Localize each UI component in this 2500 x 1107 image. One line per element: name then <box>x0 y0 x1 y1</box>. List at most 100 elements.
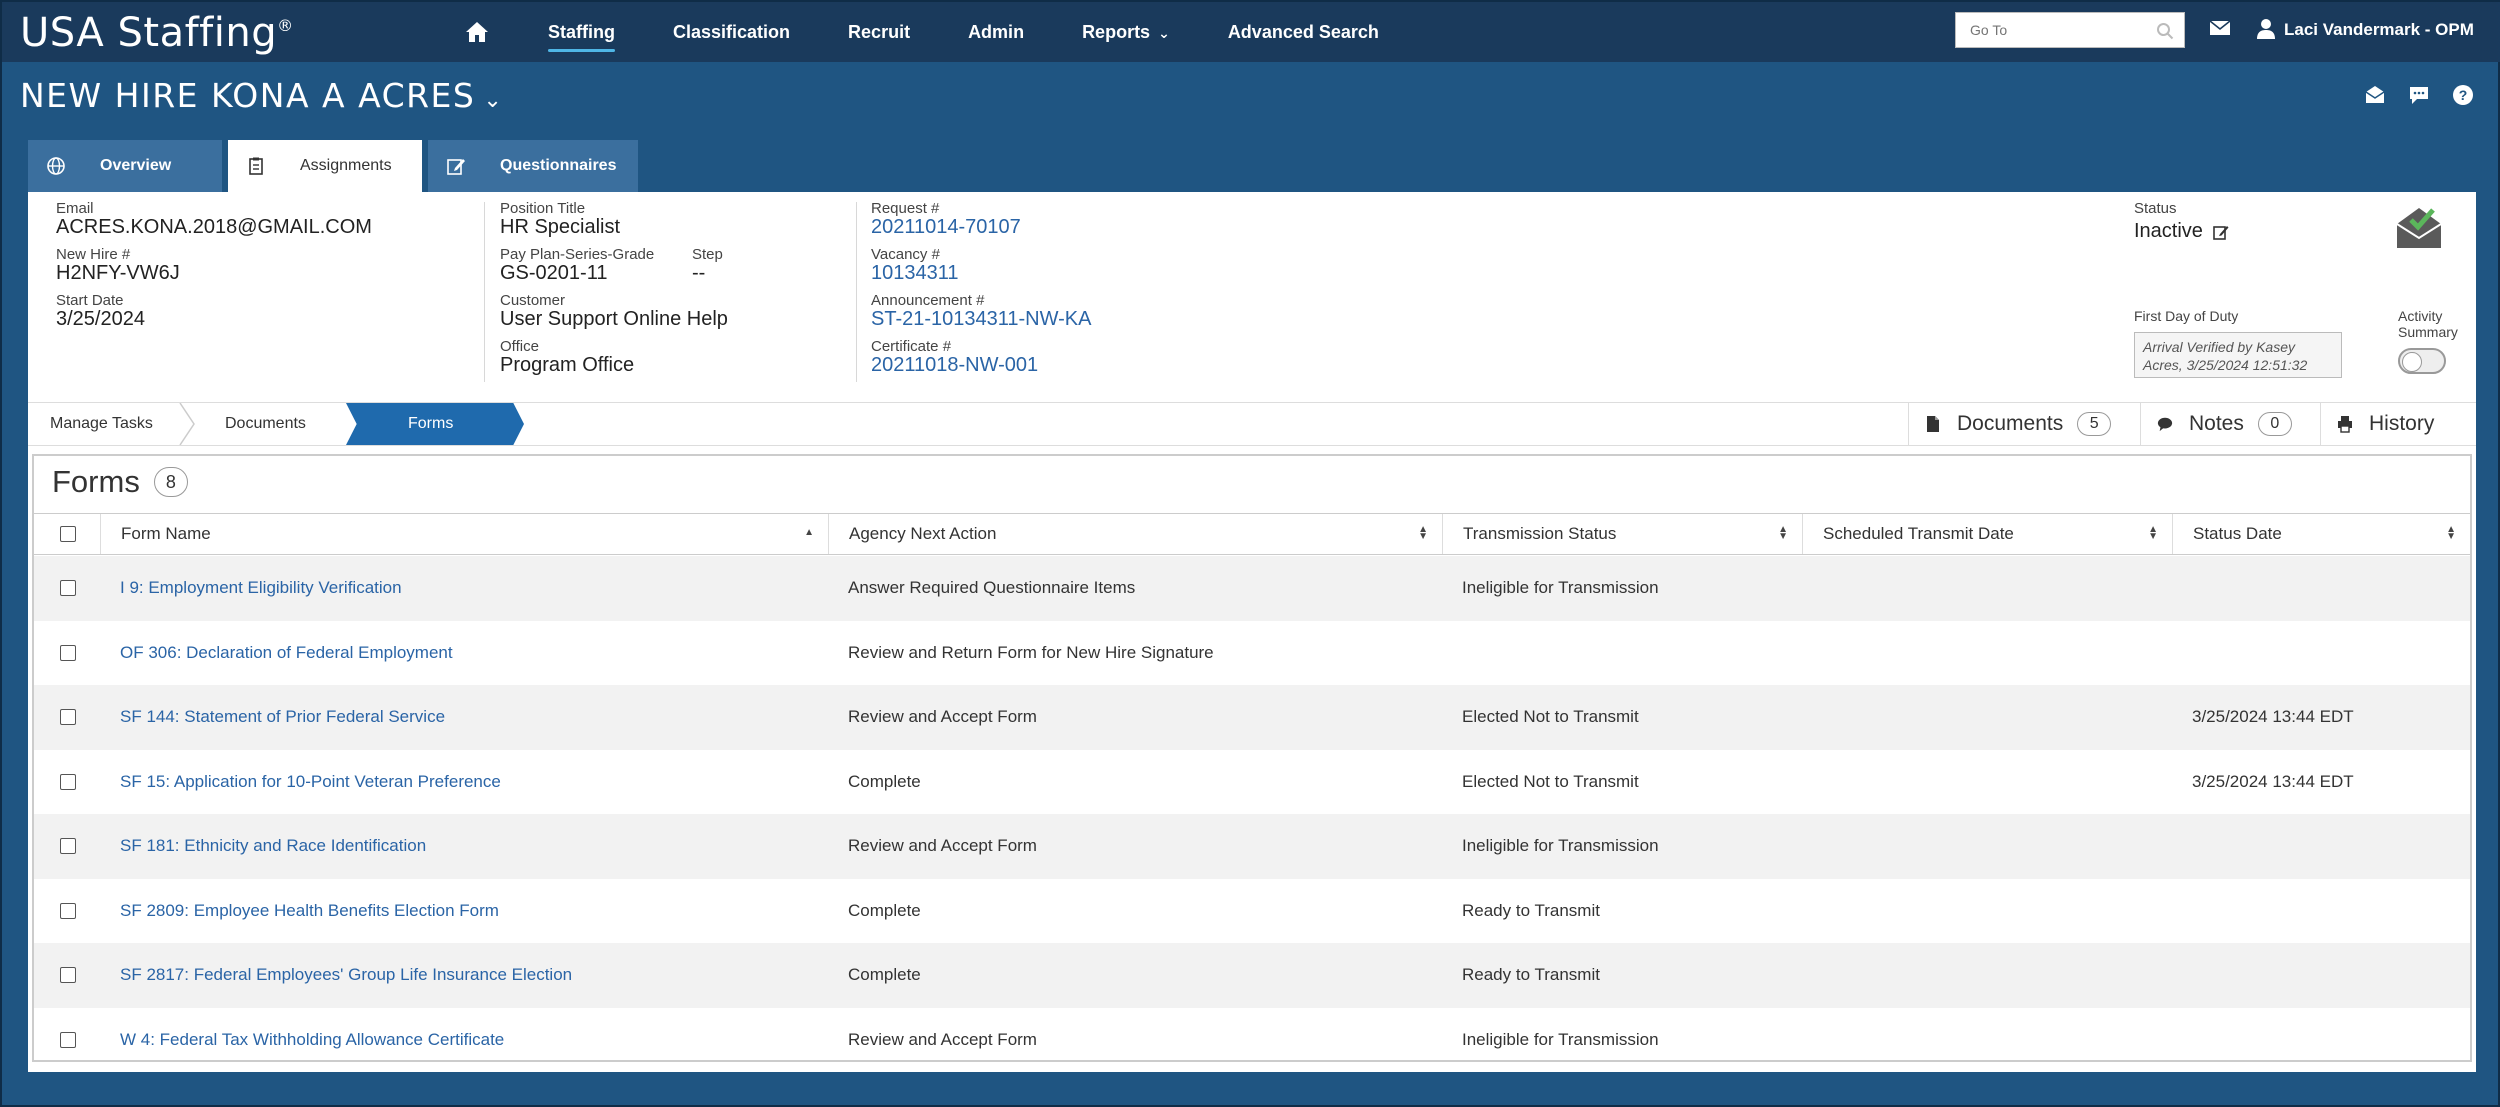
clipboard-icon <box>249 157 263 175</box>
history-tab[interactable]: History <box>2320 403 2476 445</box>
form-name-link[interactable]: SF 2817: Federal Employees' Group Life I… <box>120 943 572 1008</box>
breadcrumb-documents[interactable]: Documents <box>225 403 306 445</box>
home-icon[interactable] <box>464 20 490 44</box>
select-all-checkbox[interactable] <box>60 526 76 542</box>
announcement-link[interactable]: ST-21-10134311-NW-KA <box>871 308 1091 331</box>
breadcrumb-forms[interactable]: Forms <box>346 403 524 445</box>
tab-overview-label: Overview <box>100 157 172 174</box>
row-checkbox[interactable] <box>60 838 76 854</box>
certificate-link[interactable]: 20211018-NW-001 <box>871 354 1038 377</box>
agency-next-action: Complete <box>848 900 921 920</box>
vacancy-label: Vacancy # <box>871 246 940 263</box>
tab-assignments[interactable]: Assignments <box>228 140 422 192</box>
help-icon[interactable]: ? <box>2452 84 2474 106</box>
row-checkbox[interactable] <box>60 580 76 596</box>
pay-plan-value: GS-0201-11 <box>500 262 608 284</box>
column-agency-next-action[interactable]: Agency Next Action ▲ ▼ <box>828 514 1442 554</box>
row-checkbox[interactable] <box>60 773 76 790</box>
start-date-value: 3/25/2024 <box>56 308 145 330</box>
table-row: W 4: Federal Tax Withholding Allowance C… <box>34 1008 2470 1073</box>
row-checkbox[interactable] <box>60 709 76 725</box>
app-window: USA Staffing® Staffing Classification Re… <box>0 0 2500 1107</box>
edit-status-icon[interactable] <box>2213 224 2229 240</box>
status-date: 3/25/2024 13:44 EDT <box>2192 771 2354 791</box>
customer-value: User Support Online Help <box>500 308 728 330</box>
page-title[interactable]: NEW HIRE KONA A ACRES ⌄ <box>20 76 503 115</box>
chevron-down-icon: ⌄ <box>1158 24 1170 41</box>
column-transmission-status-label: Transmission Status <box>1463 524 1617 543</box>
breadcrumb-manage-tasks[interactable]: Manage Tasks <box>50 403 153 445</box>
tab-questionnaires-label: Questionnaires <box>500 157 617 174</box>
nav-advanced-search[interactable]: Advanced Search <box>1228 22 1379 43</box>
customer-label: Customer <box>500 292 566 309</box>
table-row: SF 181: Ethnicity and Race Identificatio… <box>34 814 2470 879</box>
documents-tab[interactable]: Documents 5 <box>1908 403 2140 445</box>
printer-icon <box>2338 416 2352 433</box>
tab-overview[interactable]: Overview <box>28 140 222 192</box>
form-name-link[interactable]: SF 2809: Employee Health Benefits Electi… <box>120 879 499 944</box>
brand-logo[interactable]: USA Staffing® <box>20 10 294 56</box>
globe-icon <box>47 157 65 175</box>
chevron-down-icon: ⌄ <box>483 88 504 113</box>
transmission-status: Ready to Transmit <box>1462 965 1600 985</box>
notes-count-badge: 0 <box>2257 412 2292 436</box>
row-checkbox[interactable] <box>60 644 76 661</box>
forms-count-badge: 8 <box>153 467 188 497</box>
nav-reports[interactable]: Reports ⌄ <box>1082 22 1170 43</box>
form-name-link[interactable]: I 9: Employment Eligibility Verification <box>120 556 402 621</box>
table-row: SF 2809: Employee Health Benefits Electi… <box>34 879 2470 944</box>
form-name-link[interactable]: SF 15: Application for 10-Point Veteran … <box>120 750 501 815</box>
transmission-status: Elected Not to Transmit <box>1462 707 1639 727</box>
row-checkbox[interactable] <box>60 902 76 919</box>
announcement-label: Announcement # <box>871 292 985 309</box>
svg-text:?: ? <box>2459 87 2468 103</box>
row-checkbox[interactable] <box>60 1031 76 1048</box>
user-name[interactable]: Laci Vandermark - OPM <box>2284 20 2474 40</box>
activity-summary-toggle[interactable] <box>2398 348 2446 374</box>
documents-tab-label: Documents <box>1957 412 2064 435</box>
document-icon <box>1927 416 1939 432</box>
column-transmission-status[interactable]: Transmission Status ▲ ▼ <box>1442 514 1802 554</box>
tab-questionnaires[interactable]: Questionnaires <box>428 140 638 192</box>
column-agency-next-action-label: Agency Next Action <box>849 524 997 543</box>
status-field: Inactive <box>2134 220 2229 243</box>
chat-icon[interactable] <box>2408 84 2430 106</box>
page-title-text: NEW HIRE KONA A ACRES <box>20 76 476 115</box>
transmission-status: Ready to Transmit <box>1462 900 1600 920</box>
documents-count-badge: 5 <box>2077 412 2112 436</box>
form-name-link[interactable]: W 4: Federal Tax Withholding Allowance C… <box>120 1008 504 1073</box>
transmission-status: Elected Not to Transmit <box>1462 771 1639 791</box>
task-strip: Manage Tasks Documents Forms Documents 5… <box>28 402 2476 446</box>
office-label: Office <box>500 338 539 355</box>
column-form-name[interactable]: Form Name ▲ <box>100 514 828 554</box>
agency-next-action: Review and Accept Form <box>848 836 1037 856</box>
form-name-link[interactable]: SF 181: Ethnicity and Race Identificatio… <box>120 814 426 879</box>
nav-classification[interactable]: Classification <box>673 22 790 43</box>
forms-heading: Forms 8 <box>52 464 188 500</box>
brand-registered-mark: ® <box>277 16 294 35</box>
form-name-link[interactable]: OF 306: Declaration of Federal Employmen… <box>120 621 453 686</box>
form-name-link[interactable]: SF 144: Statement of Prior Federal Servi… <box>120 685 445 750</box>
notes-tab[interactable]: Notes 0 <box>2140 403 2320 445</box>
vacancy-link[interactable]: 10134311 <box>871 262 959 285</box>
brand-text: USA Staffing <box>20 10 278 56</box>
row-checkbox[interactable] <box>60 967 76 983</box>
request-link[interactable]: 20211014-70107 <box>871 216 1021 239</box>
goto-input[interactable] <box>1956 13 2146 47</box>
column-scheduled-transmit-date[interactable]: Scheduled Transmit Date ▲ ▼ <box>1802 514 2172 554</box>
agency-next-action: Complete <box>848 771 921 791</box>
notes-tab-label: Notes <box>2189 412 2244 435</box>
user-icon[interactable] <box>2256 18 2276 40</box>
inbox-icon[interactable] <box>2364 84 2386 106</box>
nav-staffing[interactable]: Staffing <box>548 22 615 52</box>
status-value: Inactive <box>2134 220 2203 242</box>
tab-bar: Overview Assignments Questionnaires <box>28 140 638 192</box>
column-status-date[interactable]: Status Date ▲ ▼ <box>2172 514 2470 554</box>
nav-recruit[interactable]: Recruit <box>848 22 910 43</box>
forms-heading-text: Forms <box>52 464 140 499</box>
transmission-status: Ineligible for Transmission <box>1462 578 1659 598</box>
nav-admin[interactable]: Admin <box>968 22 1024 43</box>
search-icon[interactable] <box>2156 22 2174 40</box>
mail-icon[interactable] <box>2209 20 2231 36</box>
column-status-date-label: Status Date <box>2193 524 2282 543</box>
